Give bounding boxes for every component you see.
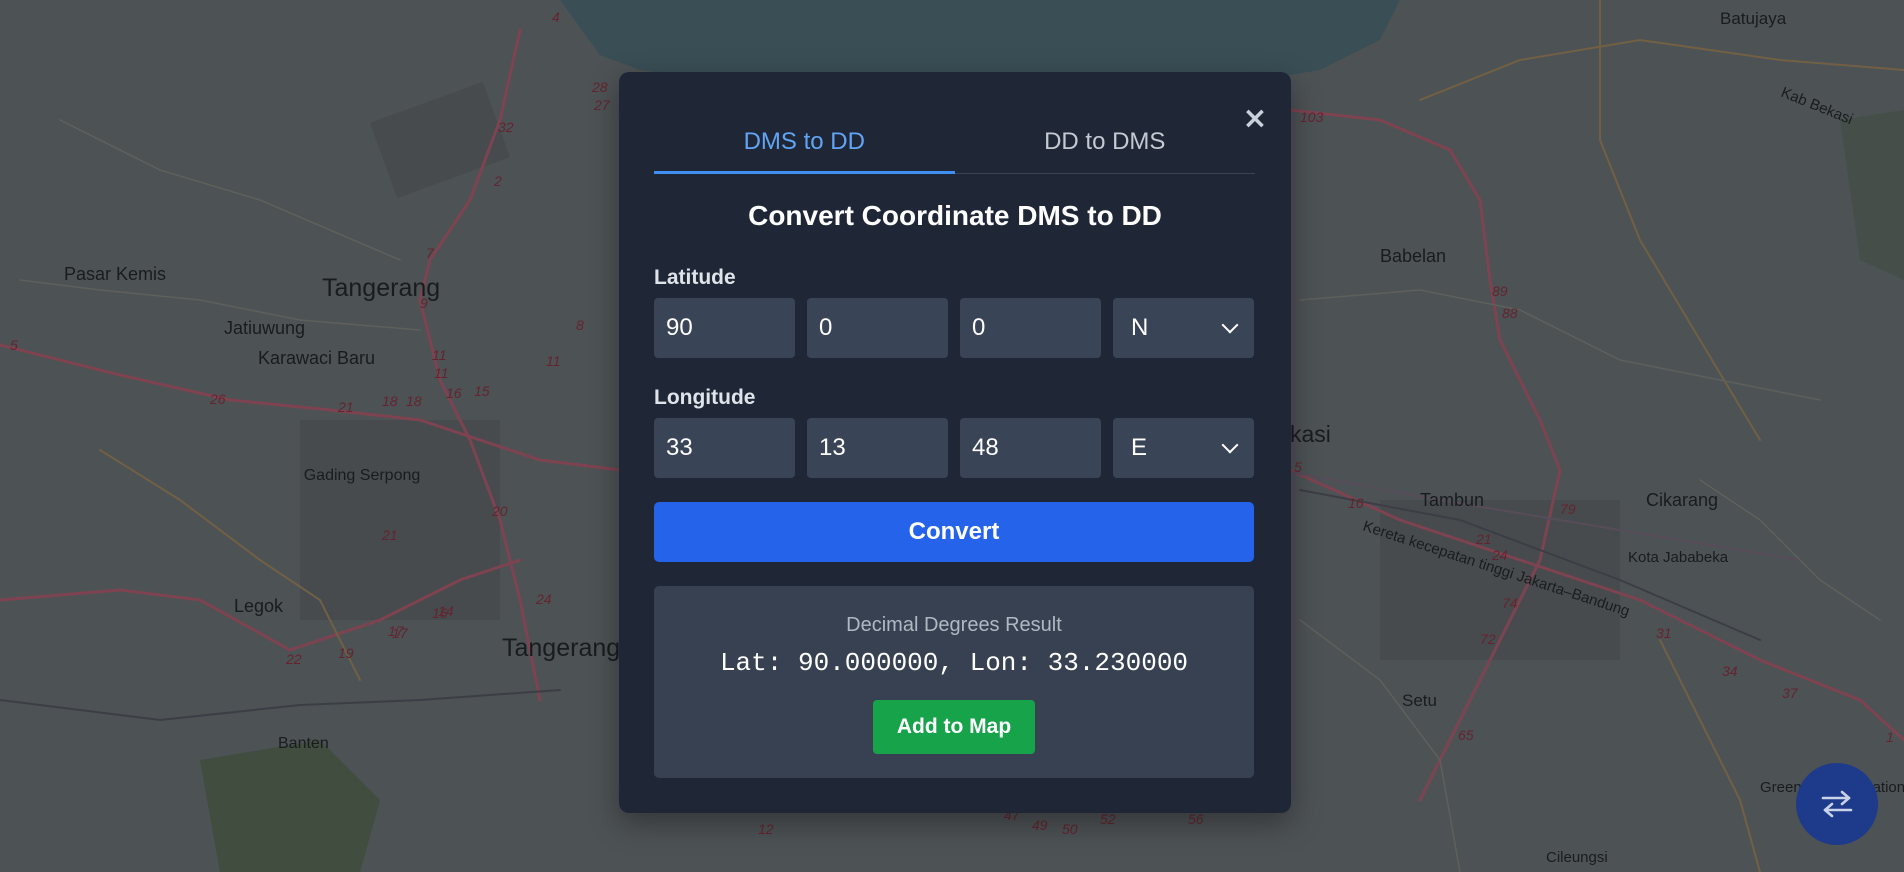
longitude-inputs: E [654,418,1254,478]
result-caption: Decimal Degrees Result [846,614,1062,636]
longitude-degrees-input[interactable] [654,418,795,478]
latitude-degrees-input[interactable] [654,298,795,358]
longitude-seconds-input[interactable] [960,418,1101,478]
longitude-label: Longitude [654,386,756,409]
add-to-map-button[interactable]: Add to Map [873,700,1035,754]
latitude-seconds-input[interactable] [960,298,1101,358]
tab-dms-to-dd[interactable]: DMS to DD [654,117,955,174]
converter-fab-button[interactable] [1796,763,1878,845]
latitude-direction-value: N [1131,314,1149,341]
result-panel: Decimal Degrees Result Lat: 90.000000, L… [654,586,1254,778]
coordinate-converter-modal: × DMS to DD DD to DMS Convert Coordinate… [619,72,1291,813]
tab-dd-to-dms[interactable]: DD to DMS [955,117,1256,173]
result-value: Lat: 90.000000, Lon: 33.230000 [719,648,1189,678]
latitude-minutes-input[interactable] [807,298,948,358]
convert-button[interactable]: Convert [654,502,1254,562]
longitude-direction-value: E [1131,434,1148,461]
swap-arrows-icon [1821,790,1853,818]
latitude-direction-select[interactable]: N [1113,298,1254,358]
latitude-inputs: N [654,298,1254,358]
converter-title: Convert Coordinate DMS to DD [748,200,1162,231]
longitude-direction-select[interactable]: E [1113,418,1254,478]
chevron-down-icon [1221,436,1239,454]
latitude-label: Latitude [654,266,736,289]
converter-tabs: DMS to DD DD to DMS [654,117,1255,174]
longitude-minutes-input[interactable] [807,418,948,478]
chevron-down-icon [1221,316,1239,334]
